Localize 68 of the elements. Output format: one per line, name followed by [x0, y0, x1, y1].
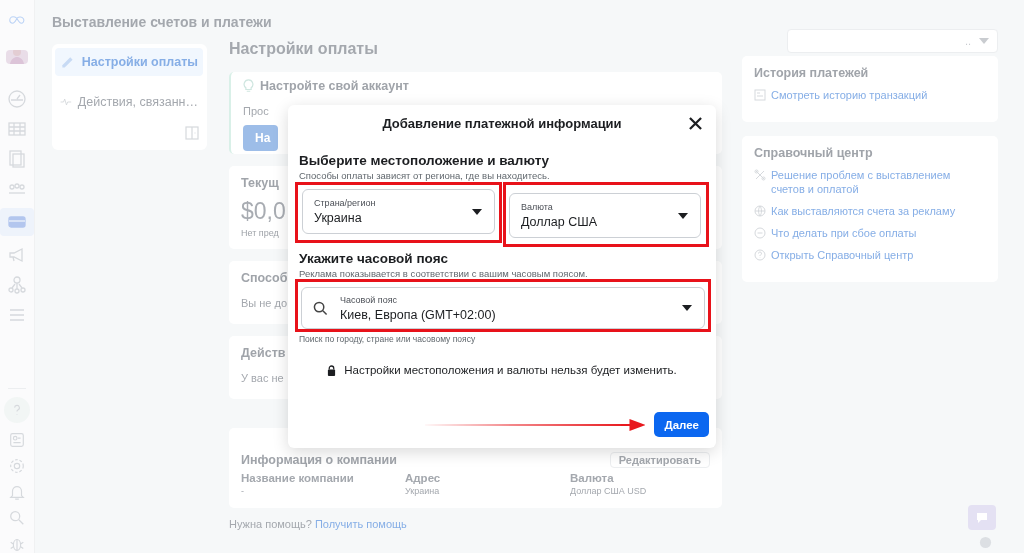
account-dropdown[interactable]: .. [787, 29, 998, 53]
card-icon[interactable] [0, 208, 34, 237]
bell-icon[interactable] [8, 483, 26, 501]
card-title: История платежей [754, 66, 869, 80]
search-icon[interactable] [8, 509, 26, 527]
search-icon [313, 300, 328, 316]
panel-toggle-icon[interactable] [185, 126, 199, 140]
page-title: Выставление счетов и платежи [52, 13, 272, 30]
currency-select[interactable]: Валюта Доллар США [509, 193, 701, 238]
help-link[interactable]: Открыть Справочный центр [771, 248, 914, 262]
section-subtitle: Способы оплаты зависят от региона, где вы находитесь. [299, 170, 551, 181]
settings-icon[interactable] [8, 457, 26, 475]
field-label: Название компании [241, 472, 355, 484]
help-link[interactable]: Получить помощь [314, 518, 407, 530]
edit-button[interactable]: Редактировать [609, 452, 710, 468]
chat-button[interactable] [968, 505, 996, 530]
globe-icon [754, 205, 766, 217]
caret-icon [979, 38, 989, 44]
help-link[interactable]: Что делать при сбое оплаты [771, 226, 917, 240]
help-icon[interactable] [4, 397, 30, 423]
chat-icon [975, 510, 989, 525]
card-title: Текущ [241, 176, 279, 190]
field-label: Валюта [570, 472, 615, 484]
caret-icon [678, 212, 688, 219]
question-icon [754, 249, 766, 261]
card-text: Вы не до [241, 297, 288, 309]
section-subtitle: Реклама показывается в соответствии с вашим часовым поясом. [299, 268, 589, 279]
section-heading: Выберите местоположение и валюту [299, 153, 551, 168]
avatar[interactable] [6, 49, 28, 65]
id-card-icon[interactable] [8, 431, 26, 449]
card-title: Справочный центр [754, 146, 873, 160]
dialog-title: Добавление платежной информации [382, 115, 622, 131]
tools-icon [754, 169, 766, 181]
lightbulb-icon [243, 79, 254, 93]
card-title: Способ [241, 271, 288, 285]
history-link[interactable]: Смотреть историю транзакций [771, 88, 928, 102]
minus-circle-icon [754, 227, 766, 239]
notice-text: Настройки местоположения и валюты нельзя будет изменить. [344, 364, 677, 376]
globe-icon[interactable] [979, 536, 992, 549]
field-value: - [241, 486, 245, 496]
card-text: У вас не [241, 372, 284, 384]
help-link[interactable]: Как выставляются счета за рекламу [771, 204, 956, 218]
section-heading: Укажите часовой пояс [299, 251, 449, 266]
field-value: Доллар США USD [570, 486, 648, 496]
amount-text: $0,0 [241, 198, 286, 225]
close-icon[interactable] [689, 117, 702, 130]
caret-icon [472, 208, 482, 215]
alert-text: Прос [243, 105, 269, 117]
field-hint: Поиск по городу, стране или часовому поясу [299, 334, 477, 344]
timezone-select[interactable]: Часовой пояс Киев, Европа (GMT+02:00) [301, 287, 705, 329]
help-text: Нужна помощь? [229, 518, 312, 530]
country-select[interactable]: Страна/регион Украина [302, 189, 495, 234]
section-title: Настройки оплаты [229, 40, 379, 59]
setup-button[interactable]: На [243, 125, 279, 151]
infinity-logo-icon [6, 16, 28, 24]
card-note: Нет пред [241, 228, 279, 238]
card-title: Информация о компании [241, 453, 397, 467]
receipt-icon [754, 89, 766, 101]
card-title: Действ [241, 346, 286, 360]
field-label: Адрес [405, 472, 442, 484]
help-link[interactable]: Решение проблем с выставлением счетов и оплатой [771, 168, 986, 196]
nav-item[interactable]: Настройки оплаты [55, 48, 203, 76]
nav-item[interactable]: Действия, связанн… [55, 88, 203, 116]
caret-icon [682, 305, 692, 311]
field-value: Украина [405, 486, 441, 496]
alert-title: Настройте свой аккаунт [260, 79, 409, 93]
lock-icon [327, 364, 337, 376]
next-button[interactable]: Далее [654, 412, 709, 437]
